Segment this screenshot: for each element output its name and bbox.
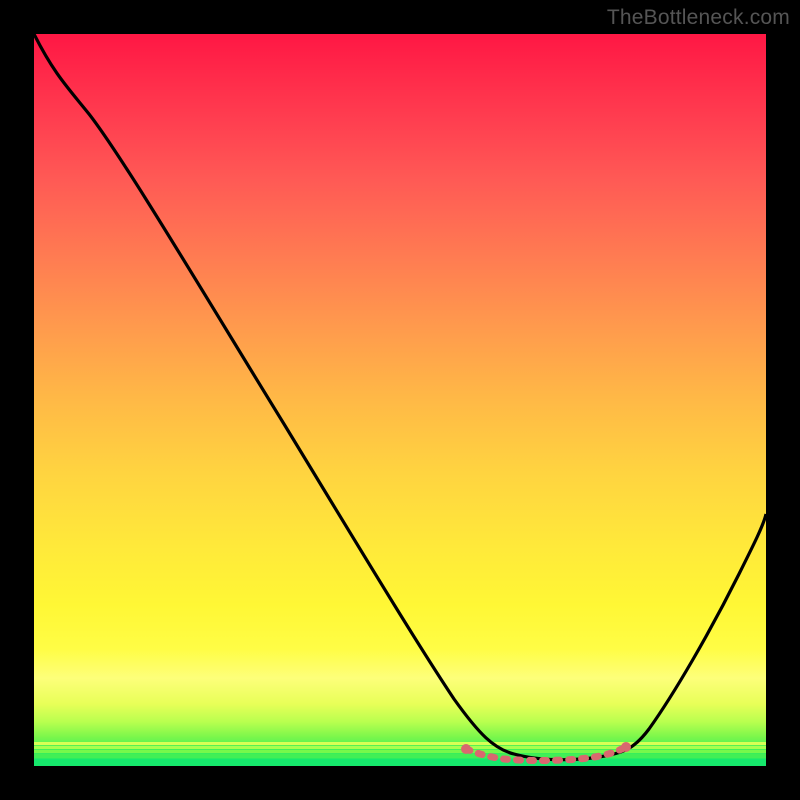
- watermark-text: TheBottleneck.com: [607, 6, 790, 30]
- optimal-range-start-dot: [461, 744, 471, 754]
- chart-frame: TheBottleneck.com: [0, 0, 800, 800]
- bottleneck-curve-path: [34, 34, 766, 760]
- curve-svg: [34, 34, 766, 766]
- optimal-range-marker: [466, 747, 626, 761]
- optimal-range-end-dot: [621, 742, 631, 752]
